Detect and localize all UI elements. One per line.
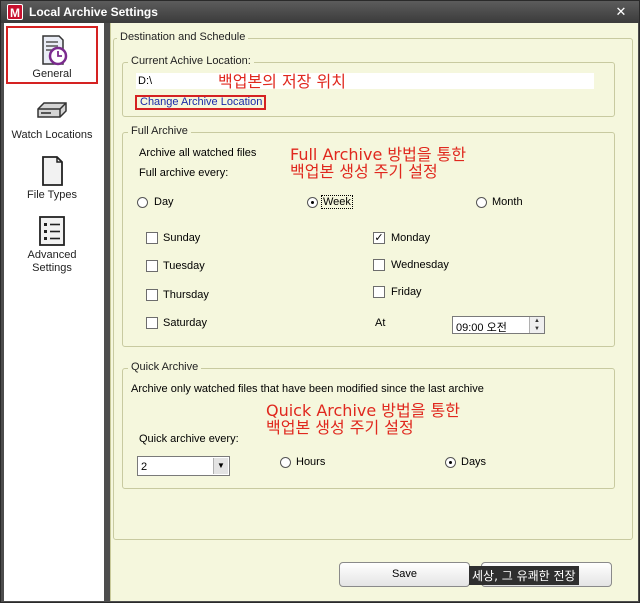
checkbox-wednesday-label: Wednesday xyxy=(391,259,449,271)
radio-month[interactable] xyxy=(476,197,487,208)
radio-hours-label: Hours xyxy=(296,456,326,468)
full-archive-annotation-line2: 백업본 생성 주기 설정 xyxy=(290,162,438,181)
checkbox-sunday-label: Sunday xyxy=(163,232,201,244)
quick-interval-select[interactable]: 2 ▼ xyxy=(137,456,230,476)
time-picker[interactable]: 09:00 오전 ▲ ▼ xyxy=(452,316,545,334)
full-archive-description: Archive all watched files xyxy=(139,147,257,159)
checkbox-sunday[interactable] xyxy=(146,232,158,244)
checkbox-friday-label: Friday xyxy=(391,286,422,298)
checkbox-saturday[interactable] xyxy=(146,317,158,329)
radio-month-label: Month xyxy=(492,196,523,208)
full-archive-title: Full Archive xyxy=(128,125,191,137)
location-annotation: 백업본의 저장 위치 xyxy=(218,72,346,91)
radio-hours[interactable] xyxy=(280,457,291,468)
quick-archive-every-label: Quick archive every: xyxy=(139,433,239,445)
time-value: 09:00 오전 xyxy=(456,322,507,334)
save-button[interactable]: Save xyxy=(339,562,470,587)
quick-archive-description: Archive only watched files that have bee… xyxy=(131,383,484,395)
window-title: Local Archive Settings xyxy=(29,5,158,19)
radio-day[interactable] xyxy=(137,197,148,208)
sidebar-item-label: Watch Locations xyxy=(11,129,93,141)
close-icon[interactable]: ✕ xyxy=(613,4,629,20)
sidebar-item-general[interactable]: General xyxy=(6,26,98,84)
checkbox-tuesday[interactable] xyxy=(146,260,158,272)
sidebar-item-label: Advanced Settings xyxy=(27,249,77,274)
checkbox-thursday[interactable] xyxy=(146,289,158,301)
full-archive-every-label: Full archive every: xyxy=(139,167,229,179)
sidebar-item-advanced-settings[interactable]: Advanced Settings xyxy=(6,209,98,275)
current-location-label: Current Achive Location: xyxy=(128,55,254,67)
watermark-text: 세상, 그 유쾌한 전장 xyxy=(469,566,579,585)
chevron-down-icon[interactable]: ▼ xyxy=(213,458,228,474)
checkbox-thursday-label: Thursday xyxy=(163,289,209,301)
spin-down-icon[interactable]: ▼ xyxy=(530,325,544,333)
time-spinner[interactable]: ▲ ▼ xyxy=(529,317,544,333)
radio-days-label: Days xyxy=(461,456,487,468)
archive-path-field[interactable] xyxy=(136,73,594,89)
sidebar-item-label: File Types xyxy=(27,189,77,201)
at-label: At xyxy=(375,317,386,329)
quick-archive-annotation-line2: 백업본 생성 주기 설정 xyxy=(266,418,414,437)
sidebar-item-label: General xyxy=(32,68,72,80)
change-archive-location-link[interactable]: Change Archive Location xyxy=(135,95,266,110)
title-bar[interactable]: M Local Archive Settings ✕ xyxy=(1,1,639,23)
app-logo-icon: M xyxy=(7,4,23,20)
radio-week[interactable] xyxy=(307,197,318,208)
sidebar: General Watch Locations File Types Advan… xyxy=(4,23,104,601)
destination-schedule-title: Destination and Schedule xyxy=(117,31,249,43)
radio-days[interactable] xyxy=(445,457,456,468)
spin-up-icon[interactable]: ▲ xyxy=(530,317,544,325)
checklist-icon xyxy=(39,216,65,246)
radio-week-label: Week xyxy=(321,195,353,209)
checkbox-tuesday-label: Tuesday xyxy=(163,260,205,272)
checkbox-friday[interactable] xyxy=(373,286,385,298)
sidebar-item-watch-locations[interactable]: Watch Locations xyxy=(6,89,98,149)
sidebar-item-file-types[interactable]: File Types xyxy=(6,149,98,209)
quick-archive-title: Quick Archive xyxy=(128,361,202,373)
checkbox-wednesday[interactable] xyxy=(373,259,385,271)
checkbox-monday-label: Monday xyxy=(391,232,431,244)
hard-drive-icon xyxy=(37,102,67,118)
document-icon xyxy=(42,156,63,186)
clock-page-icon xyxy=(42,35,68,66)
radio-day-label: Day xyxy=(154,196,174,208)
quick-interval-value: 2 xyxy=(141,461,148,473)
checkbox-saturday-label: Saturday xyxy=(163,317,208,329)
checkbox-monday[interactable]: ✓ xyxy=(373,232,385,244)
